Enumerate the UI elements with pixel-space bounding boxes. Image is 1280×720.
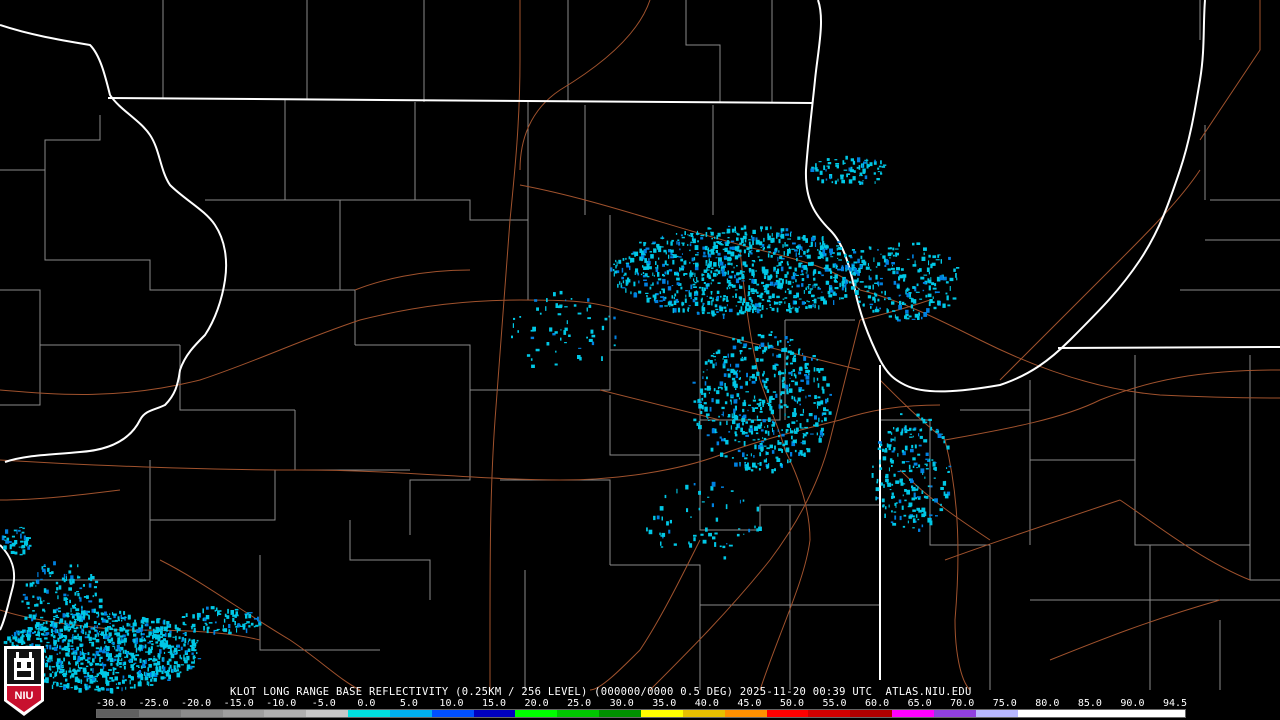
- colorbar-segment: [473, 710, 516, 717]
- colorbar-segment: [975, 710, 1018, 717]
- county-boundaries: [0, 0, 1280, 690]
- scale-tick-label: 0.0: [357, 698, 376, 709]
- scale-tick-label: 90.0: [1120, 698, 1145, 709]
- colorbar-segment: [389, 710, 432, 717]
- scale-tick-label: -20.0: [181, 698, 212, 709]
- colorbar-segment: [766, 710, 809, 717]
- colorbar-segment: [682, 710, 725, 717]
- colorbar-segment: [850, 710, 893, 717]
- product-caption: KLOT LONG RANGE BASE REFLECTIVITY (0.25K…: [230, 686, 972, 698]
- colorbar-segment: [808, 710, 851, 717]
- radar-echoes: [1, 155, 960, 694]
- colorbar-segment: [431, 710, 474, 717]
- scale-tick-label: 15.0: [481, 698, 507, 709]
- colorbar-segment: [933, 710, 976, 717]
- scale-tick-label: -15.0: [223, 698, 254, 709]
- scale-tick-label: 80.0: [1035, 698, 1060, 709]
- scale-tick-label: 50.0: [779, 698, 804, 709]
- scale-tick-label: 40.0: [694, 698, 719, 709]
- colorbar-segment: [515, 710, 558, 717]
- scale-tick-label: -10.0: [266, 698, 297, 709]
- colorbar-segment: [640, 710, 683, 717]
- highways: [0, 0, 1280, 691]
- scale-tick-label: 30.0: [609, 698, 634, 709]
- scale-tick-label: 55.0: [822, 698, 847, 709]
- scale-tick-label: -30.0: [95, 698, 127, 709]
- scale-tick-label: 5.0: [399, 698, 418, 709]
- scale-tick-label: 94.5: [1162, 698, 1188, 709]
- colorbar-segment: [1059, 710, 1102, 717]
- logo-text: NIU: [15, 690, 34, 702]
- colorbar-segment: [97, 710, 139, 717]
- colorbar-segment: [180, 710, 223, 717]
- scale-tick-label: 35.0: [652, 698, 677, 709]
- scale-tick-label: -25.0: [138, 698, 169, 709]
- colorbar-segment: [1101, 710, 1144, 717]
- colorbar-segment: [306, 710, 349, 717]
- scale-tick-label: 60.0: [865, 698, 890, 709]
- colorbar-segment: [1017, 710, 1060, 717]
- color-scale-labels: -30.0 -25.0 -20.0 -15.0 -10.0 -5.0 0.0 5.0 10.0 1…: [95, 698, 1195, 709]
- scale-tick-label: 70.0: [950, 698, 975, 709]
- scale-tick-label: 75.0: [992, 698, 1017, 709]
- reflectivity-colorbar: [96, 709, 1186, 718]
- colorbar-segment: [138, 710, 181, 717]
- scale-tick-label: 25.0: [567, 698, 592, 709]
- colorbar-segment: [222, 710, 265, 717]
- radar-map[interactable]: [0, 0, 1280, 720]
- colorbar-segment: [599, 710, 641, 717]
- scale-tick-label: 65.0: [907, 698, 932, 709]
- scale-tick-label: 10.0: [439, 698, 464, 709]
- colorbar-segment: [557, 710, 600, 717]
- scale-tick-label: 45.0: [737, 698, 762, 709]
- colorbar-segment: [348, 710, 390, 717]
- scale-tick-label: 85.0: [1077, 698, 1102, 709]
- scale-tick-label: 20.0: [524, 698, 549, 709]
- colorbar-segment: [1143, 710, 1185, 717]
- colorbar-segment: [892, 710, 934, 717]
- scale-tick-label: -5.0: [311, 698, 336, 709]
- colorbar-segment: [264, 710, 307, 717]
- niu-logo-icon: NIU: [4, 646, 44, 716]
- colorbar-segment: [724, 710, 767, 717]
